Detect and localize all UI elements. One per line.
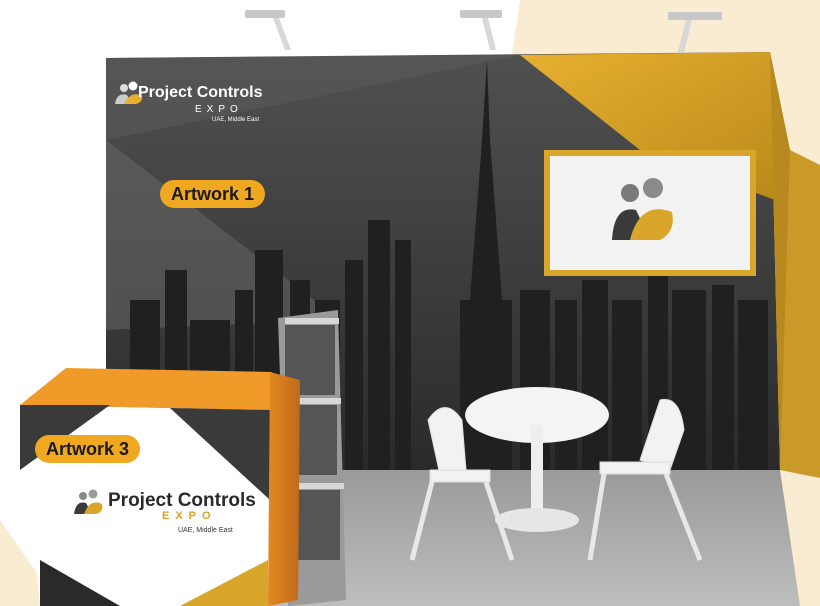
- booth-structure: [20, 52, 820, 606]
- counter-logo-subtitle: UAE, Middle East: [178, 527, 233, 534]
- artwork-3-label: Artwork 3: [35, 435, 141, 463]
- wall-logo-expo: EXPO: [195, 104, 243, 115]
- counter-logo-expo: EXPO: [162, 510, 217, 522]
- artwork-1-label: Artwork 1: [160, 180, 266, 208]
- counter-side-panel: [268, 372, 300, 606]
- wall-logo-subtitle: UAE, Middle East: [212, 117, 260, 123]
- exhibition-booth-scene: ll: [0, 0, 820, 606]
- reception-counter: [20, 368, 300, 606]
- wall-logo-title: Project Controls: [138, 84, 263, 101]
- counter-logo-title: Project Controls: [108, 490, 256, 511]
